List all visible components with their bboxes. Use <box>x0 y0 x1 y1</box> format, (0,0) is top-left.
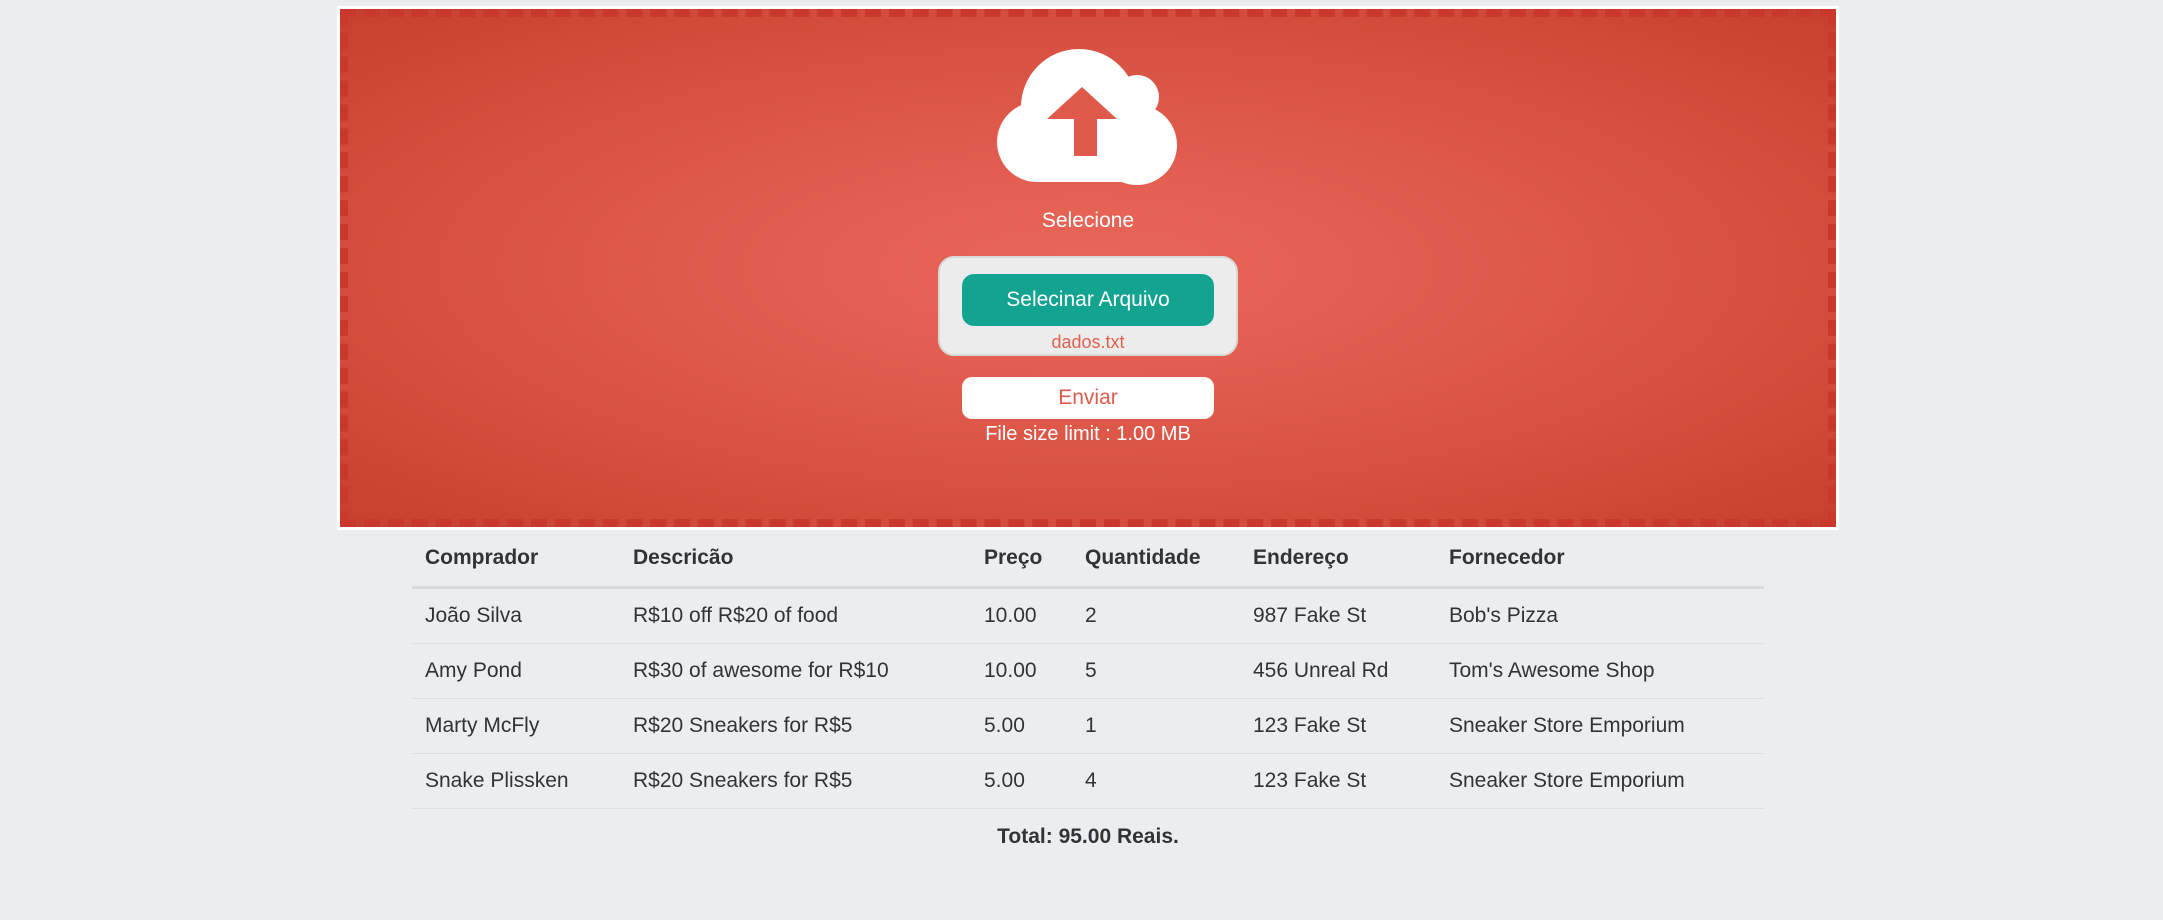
cell-fornecedor: Tom's Awesome Shop <box>1436 643 1764 699</box>
table-header-row: Comprador Descricão Preço Quantidade End… <box>412 530 1764 589</box>
cell-quantidade: 1 <box>1072 698 1240 754</box>
cell-quantidade: 2 <box>1072 587 1240 644</box>
select-file-button[interactable]: Selecinar Arquivo <box>962 274 1214 326</box>
header-quantidade: Quantidade <box>1072 530 1240 589</box>
header-preco: Preço <box>971 530 1072 589</box>
cell-comprador: Amy Pond <box>412 643 620 699</box>
file-selector-box: Selecinar Arquivo dados.txt <box>938 256 1238 356</box>
orders-table-container: Comprador Descricão Preço Quantidade End… <box>412 530 1764 849</box>
cell-fornecedor: Sneaker Store Emporium <box>1436 698 1764 754</box>
header-comprador: Comprador <box>412 530 620 589</box>
cell-preco: 10.00 <box>971 643 1072 699</box>
cell-endereco: 456 Unreal Rd <box>1240 643 1436 699</box>
cell-endereco: 987 Fake St <box>1240 587 1436 644</box>
cell-comprador: João Silva <box>412 587 620 644</box>
cell-preco: 5.00 <box>971 753 1072 809</box>
upload-prompt: Selecione <box>1041 209 1135 232</box>
upload-dropzone[interactable]: Selecione Selecinar Arquivo dados.txt En… <box>340 9 1836 527</box>
cell-descricao: R$20 Sneakers for R$5 <box>620 753 971 809</box>
order-total: Total: 95.00 Reais. <box>997 825 1179 848</box>
cell-quantidade: 4 <box>1072 753 1240 809</box>
header-descricao: Descricão <box>620 530 971 589</box>
cell-fornecedor: Bob's Pizza <box>1436 587 1764 644</box>
cell-descricao: R$20 Sneakers for R$5 <box>620 698 971 754</box>
upload-frame: Selecione Selecinar Arquivo dados.txt En… <box>337 6 1839 530</box>
table-row: Marty McFly R$20 Sneakers for R$5 5.00 1… <box>412 698 1764 754</box>
cell-fornecedor: Sneaker Store Emporium <box>1436 753 1764 809</box>
cell-descricao: R$30 of awesome for R$10 <box>620 643 971 699</box>
table-row: Amy Pond R$30 of awesome for R$10 10.00 … <box>412 643 1764 699</box>
cloud-upload-icon[interactable] <box>997 47 1179 187</box>
cell-descricao: R$10 off R$20 of food <box>620 587 971 644</box>
cell-endereco: 123 Fake St <box>1240 698 1436 754</box>
cell-preco: 10.00 <box>971 587 1072 644</box>
selected-file-name: dados.txt <box>1051 332 1125 352</box>
table-row: João Silva R$10 off R$20 of food 10.00 2… <box>412 587 1764 644</box>
header-fornecedor: Fornecedor <box>1436 530 1764 589</box>
file-size-limit: File size limit : 1.00 MB <box>985 423 1191 445</box>
cell-endereco: 123 Fake St <box>1240 753 1436 809</box>
orders-table: Comprador Descricão Preço Quantidade End… <box>412 530 1764 809</box>
cell-comprador: Snake Plissken <box>412 753 620 809</box>
header-endereco: Endereço <box>1240 530 1436 589</box>
table-row: Snake Plissken R$20 Sneakers for R$5 5.0… <box>412 753 1764 809</box>
cell-quantidade: 5 <box>1072 643 1240 699</box>
cell-preco: 5.00 <box>971 698 1072 754</box>
cell-comprador: Marty McFly <box>412 698 620 754</box>
send-button[interactable]: Enviar <box>962 377 1214 419</box>
